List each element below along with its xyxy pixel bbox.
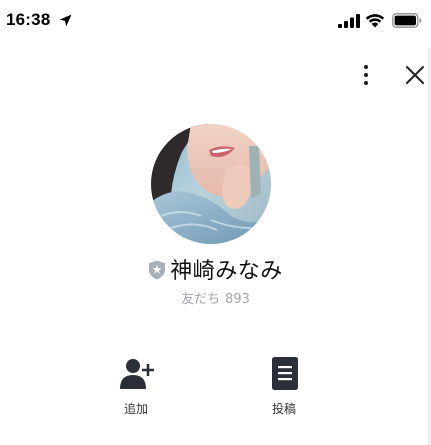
wifi-icon: [365, 14, 385, 28]
avatar[interactable]: [151, 124, 271, 244]
shield-star-icon: [149, 260, 166, 280]
cellular-signal-icon: [338, 14, 360, 28]
post-label: 投稿: [271, 402, 296, 416]
friends-count-row[interactable]: 友だち 893: [0, 288, 431, 307]
add-friend-label: 追加: [123, 402, 148, 416]
location-arrow-icon: [59, 14, 72, 27]
add-friend-button[interactable]: 追加: [106, 356, 166, 418]
vertical-ellipsis-icon: [364, 65, 368, 85]
status-time: 16:38: [6, 10, 51, 29]
name-row: 神崎みなみ: [0, 254, 431, 284]
friends-label: 友だち: [181, 292, 221, 307]
more-options-button[interactable]: [354, 62, 378, 88]
battery-icon: [392, 13, 422, 28]
close-icon: [406, 66, 424, 84]
profile-name: 神崎みなみ: [170, 259, 283, 284]
status-bar: 16:38: [0, 0, 431, 42]
profile-photo: [151, 124, 271, 244]
friends-count: 893: [225, 292, 250, 307]
profile-screen: 16:38 神崎みなみ 友だち 893 追加 投稿: [0, 0, 431, 445]
close-button[interactable]: [402, 62, 428, 88]
add-friend-icon: [120, 359, 154, 389]
post-document-icon: [272, 357, 298, 390]
post-button[interactable]: 投稿: [254, 356, 314, 418]
